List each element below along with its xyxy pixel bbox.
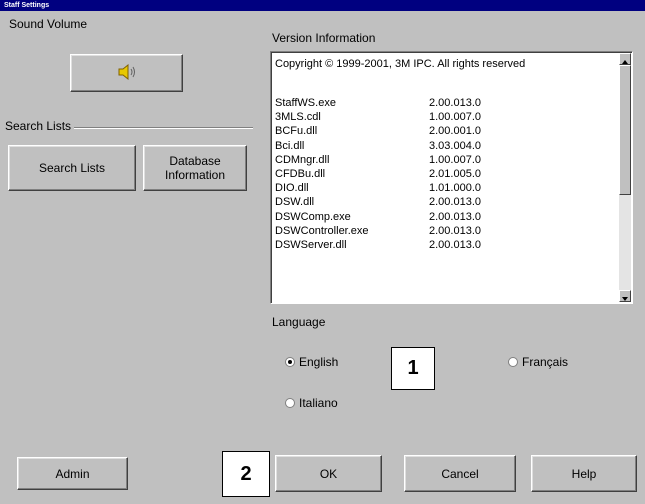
radio-unselected-icon (285, 398, 295, 408)
sound-volume-button[interactable] (70, 54, 183, 92)
file-name: DSWServer.dll (275, 239, 347, 251)
language-label: Language (272, 315, 326, 329)
database-information-button[interactable]: Database Information (143, 145, 247, 191)
file-version: 2.00.013.0 (429, 224, 481, 237)
file-version: 2.00.013.0 (429, 196, 481, 209)
sound-volume-label: Sound Volume (9, 17, 88, 31)
file-name: DSWController.exe (275, 224, 369, 237)
file-version: 1.01.000.0 (429, 182, 481, 195)
language-radio-english[interactable]: English (285, 355, 338, 369)
file-name: Bci.dll (275, 139, 305, 152)
ok-button[interactable]: OK (275, 455, 382, 492)
file-version: 2.00.013.0 (429, 239, 481, 251)
file-version: 2.01.005.0 (429, 168, 481, 180)
help-button[interactable]: Help (531, 455, 637, 492)
language-option-label: Français (522, 355, 569, 369)
settings-window: Staff Settings Sound Volume Search Lists… (0, 0, 645, 504)
file-version: 3.03.004.0 (429, 139, 481, 152)
scroll-down-button[interactable] (619, 290, 631, 302)
admin-button[interactable]: Admin (17, 457, 128, 490)
version-information-list[interactable]: Copyright © 1999-2001, 3M IPC. All right… (270, 51, 633, 304)
file-version: 2.00.001.0 (429, 125, 481, 138)
file-name: DIO.dll (275, 182, 309, 195)
search-lists-group-label: Search Lists (5, 119, 75, 133)
version-scrollbar[interactable] (619, 53, 631, 302)
file-name: 3MLS.cdl (275, 111, 321, 124)
window-title: Staff Settings (4, 2, 50, 9)
radio-selected-icon (285, 357, 295, 367)
file-version: 2.00.013.0 (429, 210, 481, 223)
language-option-label: English (299, 355, 339, 369)
speaker-icon (116, 63, 138, 83)
arrow-down-icon (622, 297, 628, 301)
scroll-thumb[interactable] (619, 65, 631, 195)
file-name: CDMngr.dll (275, 153, 330, 166)
version-information-label: Version Information (272, 31, 376, 45)
file-name: DSW.dll (275, 196, 315, 209)
file-name: BCFu.dll (275, 125, 318, 138)
file-name: StaffWS.exe (275, 97, 336, 109)
file-name: CFDBu.dll (275, 168, 326, 180)
search-lists-button[interactable]: Search Lists (8, 145, 136, 191)
file-version: 2.00.013.0 (429, 97, 481, 109)
title-bar[interactable]: Staff Settings (0, 0, 645, 11)
language-radio-francais[interactable]: Français (508, 355, 568, 369)
scroll-up-button[interactable] (619, 53, 631, 65)
radio-unselected-icon (508, 357, 518, 367)
language-option-label: Italiano (299, 396, 338, 410)
callout-2: 2 (222, 451, 270, 497)
cancel-button[interactable]: Cancel (404, 455, 516, 492)
language-radio-italiano[interactable]: Italiano (285, 396, 338, 410)
file-version: 1.00.007.0 (429, 153, 481, 166)
copyright-text: Copyright © 1999-2001, 3M IPC. All right… (275, 58, 526, 70)
file-version: 1.00.007.0 (429, 111, 481, 124)
callout-1: 1 (391, 347, 435, 390)
file-name: DSWComp.exe (275, 210, 351, 223)
